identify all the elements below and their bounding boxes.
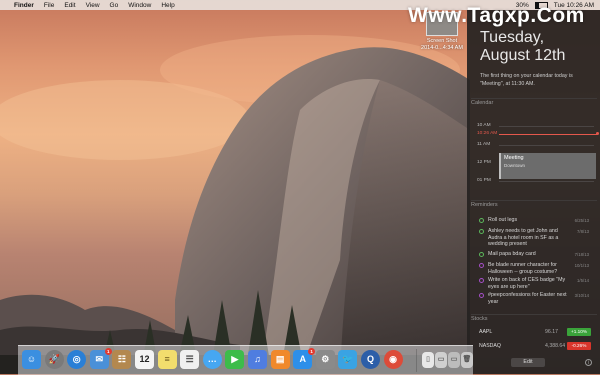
calendar-now-indicator: 10:26 AM (477, 131, 599, 136)
divider (471, 314, 597, 315)
today-date: August 12th (480, 47, 566, 64)
calendar-hour-row: 10 AM (477, 123, 595, 128)
stock-price: 96.17 (545, 329, 558, 335)
ibooks-icon[interactable]: ▤ (270, 350, 290, 369)
safari-icon[interactable]: ◎ (67, 350, 87, 369)
stock-symbol: NASDAQ (479, 343, 501, 349)
mail-icon[interactable]: ✉ 1 (89, 348, 112, 369)
menu-help[interactable]: Help (161, 2, 174, 9)
today-summary: The first thing on your calendar today i… (480, 73, 573, 87)
dock: ☺ 🚀 ◎ ✉ 1 ☷ 12 ≡ ☰… ▶ ♫ ▤ A 1 ⚙ 🐦 Q ◉ ▯ ▭ ▭ 🗑 (18, 345, 473, 375)
menu-go[interactable]: Go (110, 2, 119, 9)
menu-edit[interactable]: Edit (64, 2, 75, 9)
contacts-icon[interactable]: ☷ (112, 350, 132, 369)
reminder-date: 7/18/13 (574, 252, 589, 257)
reminder-checkbox[interactable] (479, 252, 484, 257)
app-store-icon[interactable]: A1 (293, 348, 316, 369)
quicktime-icon[interactable]: Q (361, 350, 380, 369)
trash-icon[interactable]: 🗑 (461, 352, 473, 368)
info-icon[interactable]: i (585, 359, 592, 366)
notification-center: Tuesday, August 12th The first thing on … (467, 10, 600, 374)
divider (471, 98, 597, 99)
stock-change-badge[interactable]: -0.26% (567, 342, 591, 350)
reminder-text: Be blade runner character for Halloween … (488, 262, 558, 275)
menu-window[interactable]: Window (128, 2, 151, 9)
reminder-text: Write on back of CES badge "My eyes are … (488, 277, 566, 290)
launchpad-icon[interactable]: 🚀 (44, 350, 64, 369)
reminder-checkbox[interactable] (479, 278, 484, 283)
calendar-hour-row: 11 AM (477, 142, 595, 147)
stock-symbol: AAPL (479, 329, 493, 335)
file-name: Screen Shot (426, 38, 458, 44)
reminder-date: 1/5/14 (577, 278, 589, 283)
facetime-icon[interactable]: ▶ (225, 350, 245, 369)
system-preferences-icon[interactable]: ⚙ (315, 350, 335, 369)
reminder-checkbox[interactable] (479, 293, 484, 298)
divider (471, 200, 597, 201)
notification-badge: 1 (308, 348, 316, 355)
stock-row[interactable]: AAPL 96.17 +1.10% (479, 328, 591, 337)
reminders-section-title: Reminders (471, 202, 498, 208)
notes-icon[interactable]: ≡ (157, 350, 177, 369)
now-label: 10:26 AM (477, 131, 498, 136)
reminder-text: Roll out legs (488, 217, 518, 223)
app-store-glyph: A (299, 354, 306, 364)
reminder-date: 10/1/13 (574, 263, 589, 268)
itunes-icon[interactable]: ♫ (248, 350, 267, 369)
calendar-icon[interactable]: 12 (135, 350, 154, 369)
calendar-section-title: Calendar (471, 100, 494, 106)
document-icon[interactable]: ▯ (422, 352, 434, 368)
hour-label: 12 PM (477, 160, 491, 165)
reminder-checkbox[interactable] (479, 218, 484, 223)
dock-separator (416, 349, 417, 372)
notification-badge: 1 (104, 348, 112, 355)
stock-change-badge[interactable]: +1.10% (567, 328, 591, 336)
mail-glyph: ✉ (95, 354, 104, 364)
screenshots-stack-icon[interactable]: ▭ (435, 352, 447, 368)
stock-row[interactable]: NASDAQ 4,388.64 -0.26% (479, 342, 591, 351)
calendar-event[interactable]: Meeting Downtown (499, 153, 596, 179)
downloads-stack-icon[interactable]: ▭ (448, 352, 460, 368)
event-location: Downtown (504, 163, 526, 168)
stocks-section-title: Stocks (471, 316, 488, 322)
finder-icon[interactable]: ☺ (22, 350, 41, 369)
menu-view[interactable]: View (86, 2, 100, 9)
file-date: 2014-0...4:34 AM (421, 45, 463, 51)
reminder-text: Ashley needs to get John and Audra a hot… (488, 228, 559, 248)
reminder-date: 3/10/14 (574, 293, 589, 298)
hour-label: 10 AM (477, 123, 491, 128)
reminder-checkbox[interactable] (479, 229, 484, 234)
event-title: Meeting (504, 155, 524, 161)
reminder-date: 7/8/13 (577, 229, 589, 234)
watermark-text: Www.Tagxp.Com (408, 4, 585, 27)
hour-label: 11 AM (477, 142, 491, 147)
edit-button[interactable]: Edit (511, 358, 545, 367)
today-weekday: Tuesday, (480, 29, 545, 46)
reminder-date: 6/25/13 (574, 218, 589, 223)
messages-icon[interactable]: … (202, 350, 222, 369)
reminder-checkbox[interactable] (479, 263, 484, 268)
reminder-text: Mail papa bday card (488, 251, 536, 257)
reminder-text: #peepconfessions for Easter next year (488, 292, 567, 305)
hour-label: 01 PM (477, 178, 491, 183)
reminders-icon[interactable]: ☰ (180, 350, 200, 369)
twitter-icon[interactable]: 🐦 (338, 350, 358, 369)
chrome-icon[interactable]: ◉ (383, 350, 403, 369)
menu-file[interactable]: File (44, 2, 54, 9)
stock-price: 4,388.64 (545, 343, 566, 349)
menu-finder[interactable]: Finder (14, 2, 34, 9)
